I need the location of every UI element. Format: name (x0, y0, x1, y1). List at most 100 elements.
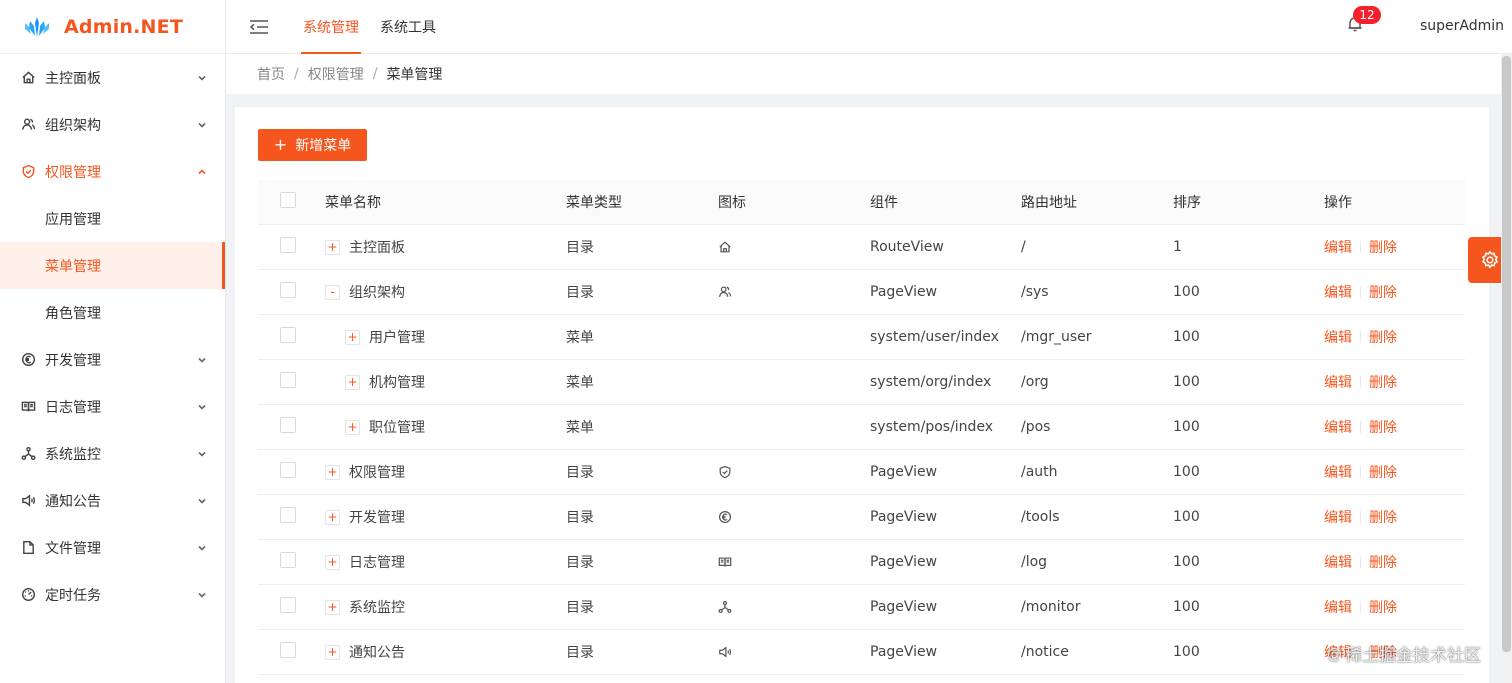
row-checkbox[interactable] (280, 507, 296, 523)
cluster-icon (20, 446, 36, 462)
row-route: /log (1021, 554, 1048, 570)
row-component: system/pos/index (870, 419, 994, 435)
delete-link[interactable]: 删除 (1369, 282, 1397, 302)
row-checkbox[interactable] (280, 417, 296, 433)
shield-icon (718, 464, 732, 480)
menu-fold-icon[interactable] (249, 18, 271, 36)
user-menu[interactable]: superAdmin (1420, 18, 1504, 34)
row-route: /auth (1021, 464, 1058, 480)
row-checkbox[interactable] (280, 237, 296, 253)
sidebar-item-dashboard[interactable]: 主控面板 (0, 54, 225, 101)
add-menu-button[interactable]: + 新增菜单 (258, 129, 367, 161)
divider (1360, 601, 1361, 613)
row-type: 目录 (566, 555, 594, 571)
page-scrollbar[interactable] (1501, 54, 1512, 683)
row-checkbox[interactable] (280, 642, 296, 658)
edit-link[interactable]: 编辑 (1324, 507, 1352, 527)
row-checkbox[interactable] (280, 462, 296, 478)
edit-link[interactable]: 编辑 (1324, 462, 1352, 482)
row-component: PageView (870, 644, 938, 660)
expand-toggle[interactable]: + (345, 419, 360, 435)
sidebar-item-label: 开发管理 (45, 352, 101, 369)
row-name: 系统监控 (349, 600, 405, 616)
sidebar-item-permissions[interactable]: 权限管理 (0, 148, 225, 195)
table-row: + 系统监控 目录 PageView /monitor 100 编辑 删除 (258, 585, 1465, 630)
delete-link[interactable]: 删除 (1369, 462, 1397, 482)
edit-link[interactable]: 编辑 (1324, 327, 1352, 347)
tab-system-tools[interactable]: 系统工具 (378, 0, 438, 54)
expand-toggle[interactable]: + (325, 644, 340, 660)
scrollbar-thumb[interactable] (1502, 56, 1511, 652)
sidebar-item-label: 应用管理 (45, 211, 101, 228)
breadcrumb: 首页 / 权限管理 / 菜单管理 (226, 54, 1512, 94)
row-sort: 100 (1173, 419, 1200, 435)
sidebar-item-scheduled-tasks[interactable]: 定时任务 (0, 571, 225, 618)
expand-toggle[interactable]: + (325, 599, 340, 615)
delete-link[interactable]: 删除 (1369, 372, 1397, 392)
row-type: 菜单 (566, 375, 594, 391)
row-type: 菜单 (566, 420, 594, 436)
row-route: /pos (1021, 419, 1051, 435)
breadcrumb-parent[interactable]: 权限管理 (308, 64, 364, 84)
file-icon (20, 540, 36, 556)
row-type: 目录 (566, 600, 594, 616)
delete-link[interactable]: 删除 (1369, 507, 1397, 527)
edit-link[interactable]: 编辑 (1324, 552, 1352, 572)
expand-toggle[interactable]: + (325, 239, 340, 255)
chevron-down-icon (197, 590, 207, 600)
row-checkbox[interactable] (280, 327, 296, 343)
sidebar-item-label: 菜单管理 (45, 258, 101, 275)
column-header-component: 组件 (870, 195, 898, 211)
table-row: - 组织架构 目录 PageView /sys 100 编辑 删除 (258, 270, 1465, 315)
collapse-toggle[interactable]: - (325, 284, 340, 300)
select-all-checkbox[interactable] (280, 192, 296, 208)
tab-system-management[interactable]: 系统管理 (301, 0, 361, 54)
edit-link[interactable]: 编辑 (1324, 597, 1352, 617)
sidebar-subitem-apps[interactable]: 应用管理 (0, 195, 225, 242)
sidebar-item-logs[interactable]: 日志管理 (0, 383, 225, 430)
table-row: + 机构管理 菜单 system/org/index /org 100 编辑 删除 (258, 360, 1465, 405)
sidebar-item-monitor[interactable]: 系统监控 (0, 430, 225, 477)
edit-link[interactable]: 编辑 (1324, 417, 1352, 437)
row-type: 菜单 (566, 330, 594, 346)
row-checkbox[interactable] (280, 552, 296, 568)
delete-link[interactable]: 删除 (1369, 417, 1397, 437)
sidebar-item-files[interactable]: 文件管理 (0, 524, 225, 571)
logo[interactable]: Admin.NET (0, 0, 225, 54)
row-checkbox[interactable] (280, 597, 296, 613)
watermark: @ 稀土掘金技术社区 (1327, 641, 1481, 667)
row-component: PageView (870, 284, 938, 300)
edit-link[interactable]: 编辑 (1324, 282, 1352, 302)
expand-toggle[interactable]: + (345, 374, 360, 390)
sidebar-item-notices[interactable]: 通知公告 (0, 477, 225, 524)
delete-link[interactable]: 删除 (1369, 597, 1397, 617)
expand-toggle[interactable]: + (345, 329, 360, 345)
sidebar-subitem-roles[interactable]: 角色管理 (0, 289, 225, 336)
table-row: + 用户管理 菜单 system/user/index /mgr_user 100… (258, 315, 1465, 360)
row-name: 机构管理 (369, 375, 425, 391)
home-icon (718, 239, 732, 255)
row-type: 目录 (566, 465, 594, 481)
row-checkbox[interactable] (280, 372, 296, 388)
table-row: + 日志管理 目录 PageView /log 100 编辑 删除 (258, 540, 1465, 585)
chevron-up-icon (197, 167, 207, 177)
row-checkbox[interactable] (280, 282, 296, 298)
watermark-text: 稀土掘金技术社区 (1345, 646, 1481, 666)
expand-toggle[interactable]: + (325, 554, 340, 570)
breadcrumb-home[interactable]: 首页 (257, 64, 285, 84)
row-route: /tools (1021, 509, 1060, 525)
sidebar-item-development[interactable]: 开发管理 (0, 336, 225, 383)
chevron-down-icon (197, 355, 207, 365)
sidebar-item-organization[interactable]: 组织架构 (0, 101, 225, 148)
expand-toggle[interactable]: + (325, 464, 340, 480)
delete-link[interactable]: 删除 (1369, 327, 1397, 347)
sidebar-item-label: 主控面板 (45, 70, 101, 87)
row-route: / (1021, 239, 1026, 255)
edit-link[interactable]: 编辑 (1324, 237, 1352, 257)
edit-link[interactable]: 编辑 (1324, 372, 1352, 392)
delete-link[interactable]: 删除 (1369, 237, 1397, 257)
row-name: 开发管理 (349, 510, 405, 526)
expand-toggle[interactable]: + (325, 509, 340, 525)
delete-link[interactable]: 删除 (1369, 552, 1397, 572)
sidebar-subitem-menus[interactable]: 菜单管理 (0, 242, 225, 289)
